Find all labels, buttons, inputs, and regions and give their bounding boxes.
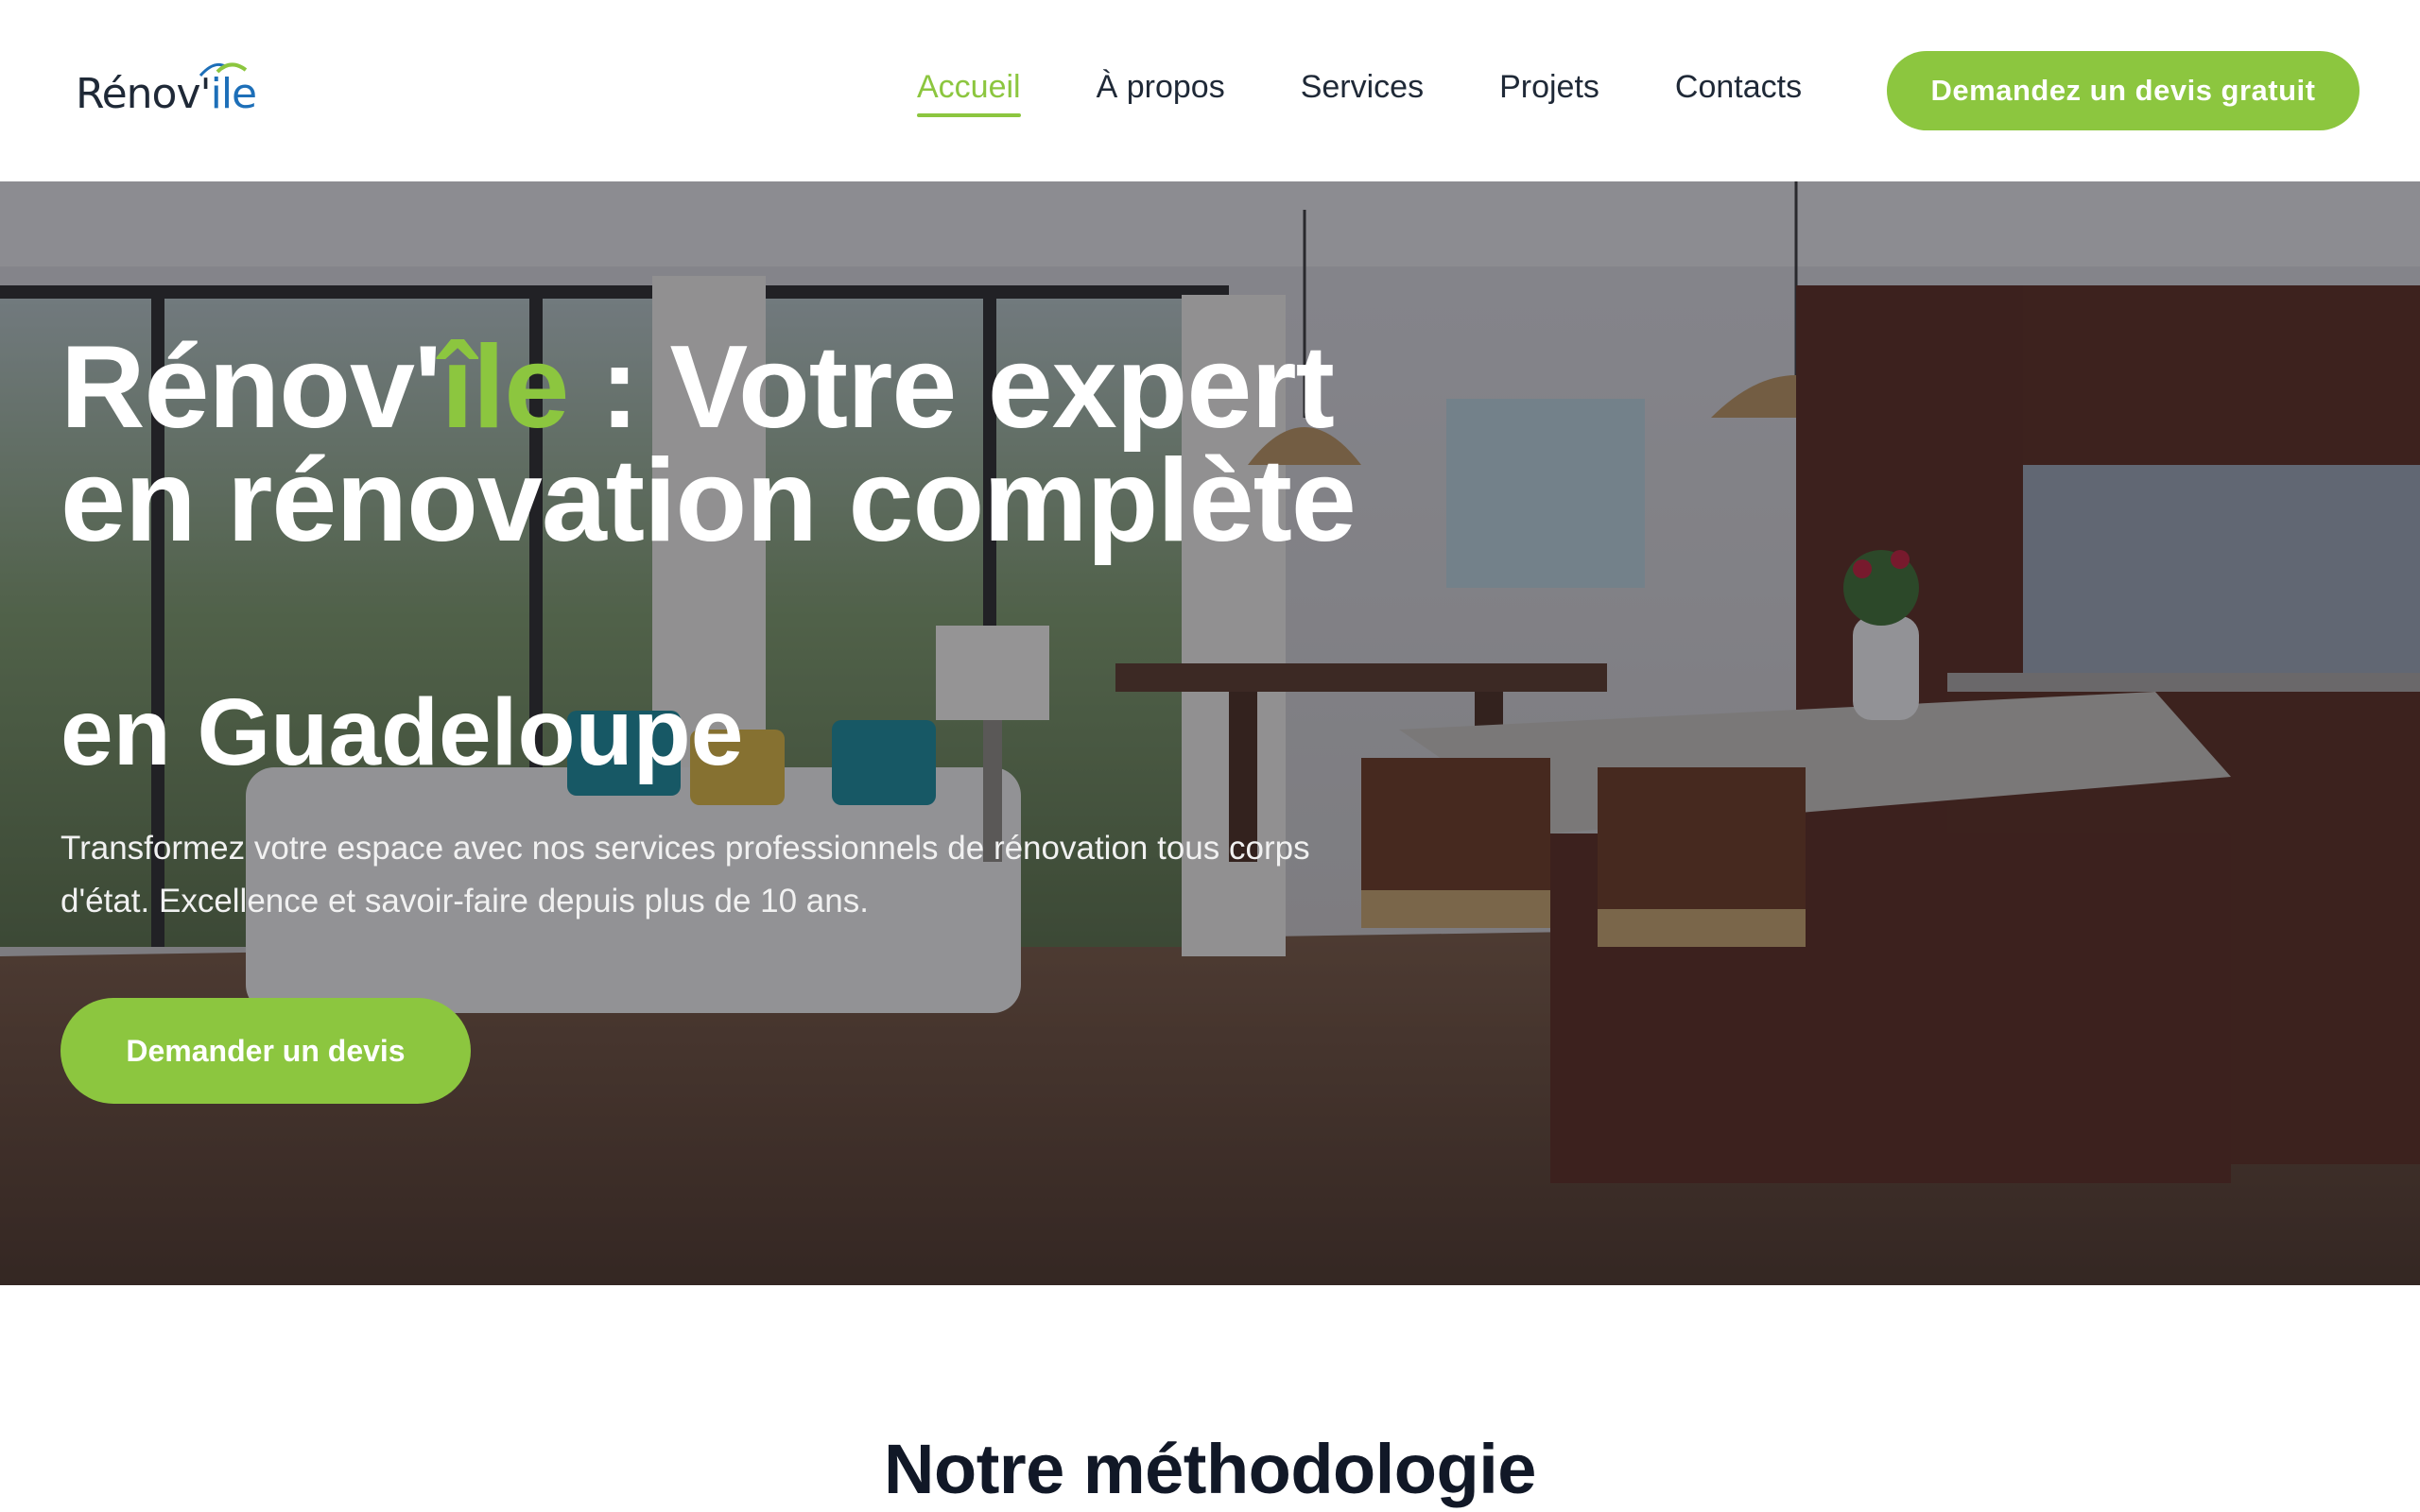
methodology-title: Notre méthodologie [884, 1430, 1536, 1508]
free-quote-button[interactable]: Demandez un devis gratuit [1887, 51, 2360, 130]
nav-item-a-propos[interactable]: À propos [1097, 69, 1225, 115]
hero-title: Rénov'île : Votre expert en rénovation c… [60, 322, 1357, 566]
nav-item-services[interactable]: Services [1301, 69, 1424, 115]
hero-section: Rénov'île : Votre expert en rénovation c… [0, 181, 2420, 1285]
main-nav: Accueil À propos Services Projets Contac… [917, 66, 1877, 117]
logo-text: Rénov'ile [76, 70, 257, 118]
nav-item-accueil[interactable]: Accueil [917, 69, 1021, 117]
logo[interactable]: Rénov'ile [76, 57, 265, 119]
nav-item-projets[interactable]: Projets [1499, 69, 1599, 115]
nav-item-contacts[interactable]: Contacts [1675, 69, 1802, 115]
hero-subtitle: en Guadeloupe [60, 679, 744, 785]
hero-description: Transformez votre espace avec nos servic… [60, 830, 1310, 919]
site-header: Rénov'ile Accueil À propos Services Proj… [0, 0, 2420, 181]
request-quote-button[interactable]: Demander un devis [60, 998, 471, 1104]
